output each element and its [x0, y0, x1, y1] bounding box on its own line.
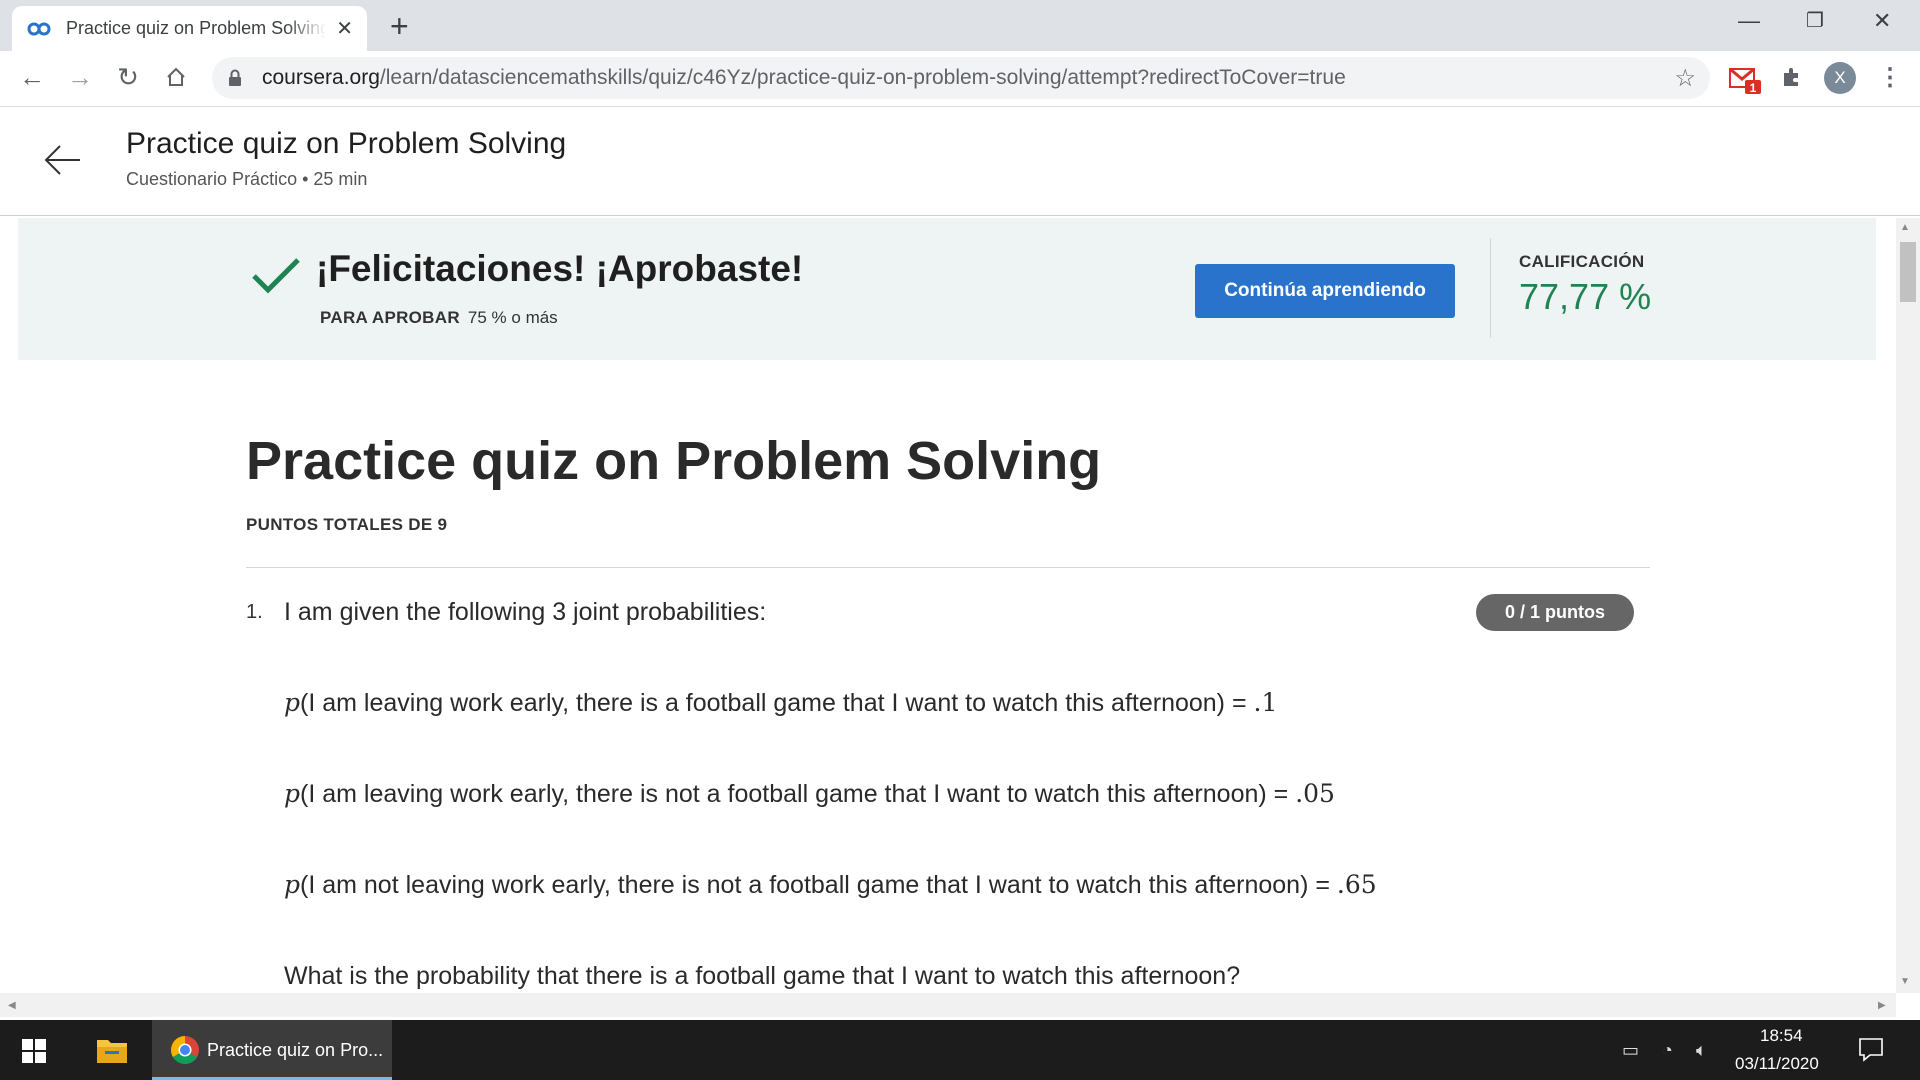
continue-learning-button[interactable]: Continúa aprendiendo — [1195, 264, 1455, 318]
question-intro: I am given the following 3 joint probabi… — [284, 598, 767, 626]
question-prompt: What is the probability that there is a … — [284, 962, 1241, 990]
pass-value: 75 % o más — [467, 308, 558, 327]
probability-text: (I am leaving work early, there is a foo… — [300, 689, 1254, 717]
tab-strip: Practice quiz on Problem Solving ✕ + — ❐… — [0, 0, 1920, 51]
tab-close-icon[interactable]: ✕ — [336, 16, 353, 41]
chrome-logo-icon — [171, 1036, 199, 1064]
url-path: /learn/datasciencemathskills/quiz/c46Yz/… — [379, 66, 1346, 89]
congratulations-heading: ¡Felicitaciones! ¡Aprobaste! — [316, 248, 804, 289]
question-number: 1. — [246, 601, 263, 623]
notification-center-icon[interactable] — [1858, 1036, 1884, 1062]
minimize-icon[interactable]: — — [1738, 8, 1760, 34]
gmail-extension-icon[interactable]: 1 — [1728, 63, 1762, 100]
bookmark-star-icon[interactable]: ☆ — [1674, 64, 1696, 93]
scroll-down-arrow-icon[interactable]: ▼ — [1900, 976, 1910, 987]
probability-line: p(I am not leaving work early, there is … — [284, 870, 1377, 900]
browser-tab[interactable]: Practice quiz on Problem Solving ✕ — [12, 6, 367, 51]
url-host: coursera.org — [262, 66, 380, 89]
probability-value: .1 — [1253, 688, 1278, 717]
browser-toolbar: ← → ↻ coursera.org/learn/datasciencemath… — [0, 51, 1920, 107]
horizontal-scrollbar[interactable] — [0, 993, 1896, 1017]
gmail-badge: 1 — [1750, 81, 1757, 95]
probability-value: .05 — [1295, 779, 1335, 808]
scroll-left-arrow-icon[interactable]: ◀ — [8, 1000, 16, 1011]
taskbar-chrome-label: Practice quiz on Pro... — [207, 1040, 384, 1060]
banner-divider — [1490, 238, 1491, 338]
battery-icon[interactable]: ▭ — [1622, 1040, 1639, 1061]
back-icon[interactable]: ← — [16, 61, 48, 93]
probability-text: (I am not leaving work early, there is n… — [300, 871, 1337, 899]
probability-line: p(I am leaving work early, there is a fo… — [284, 688, 1277, 718]
new-tab-icon[interactable]: + — [390, 8, 409, 45]
lock-icon — [229, 69, 241, 86]
reload-icon[interactable]: ↻ — [112, 61, 144, 93]
file-explorer-icon[interactable] — [96, 1036, 128, 1064]
profile-avatar[interactable]: X — [1824, 62, 1856, 94]
clock-date[interactable]: 03/11/2020 — [1735, 1054, 1819, 1074]
home-icon[interactable] — [160, 61, 192, 93]
browser-menu-icon[interactable]: ⋮ — [1878, 62, 1902, 94]
vertical-scrollbar[interactable] — [1896, 218, 1920, 993]
grade-value: 77,77 % — [1519, 276, 1652, 317]
coursera-favicon-icon — [27, 22, 51, 35]
probability-symbol: p — [284, 779, 301, 808]
clock-time[interactable]: 18:54 — [1760, 1026, 1803, 1046]
tab-title: Practice quiz on Problem Solving — [66, 18, 327, 38]
address-bar[interactable]: coursera.org/learn/datasciencemathskills… — [212, 57, 1710, 99]
checkmark-icon — [252, 258, 300, 294]
volume-icon[interactable]: 🔈︎ — [1696, 1040, 1707, 1061]
header-subtitle: Cuestionario Práctico • 25 min — [126, 169, 368, 189]
probability-value: .65 — [1336, 870, 1377, 899]
probability-text: (I am leaving work early, there is not a… — [300, 780, 1296, 808]
content-divider — [246, 567, 1650, 568]
probability-symbol: p — [284, 688, 301, 717]
scroll-up-arrow-icon[interactable]: ▲ — [1900, 222, 1910, 233]
close-window-icon[interactable]: ✕ — [1873, 8, 1891, 34]
scroll-right-arrow-icon[interactable]: ▶ — [1878, 1000, 1886, 1011]
result-banner: ¡Felicitaciones! ¡Aprobaste! PARA APROBA… — [18, 218, 1876, 360]
probability-symbol: p — [284, 870, 301, 899]
passing-requirement: PARA APROBAR 75 % o más — [320, 308, 558, 328]
pass-label: PARA APROBAR — [320, 308, 460, 327]
header-title: Practice quiz on Problem Solving — [126, 127, 567, 160]
windows-start-icon[interactable] — [22, 1039, 46, 1063]
course-header: Practice quiz on Problem Solving Cuestio… — [0, 107, 1920, 216]
quiz-title: Practice quiz on Problem Solving — [246, 431, 1102, 491]
extensions-puzzle-icon[interactable] — [1780, 65, 1804, 94]
restore-icon[interactable]: ❐ — [1806, 8, 1824, 33]
score-badge: 0 / 1 puntos — [1476, 594, 1634, 631]
forward-icon[interactable]: → — [64, 61, 96, 93]
wifi-icon[interactable]: ◔ — [1662, 1040, 1673, 1061]
grade-label: CALIFICACIÓN — [1519, 252, 1645, 271]
back-arrow-icon[interactable] — [40, 137, 86, 183]
vertical-scroll-thumb[interactable] — [1900, 242, 1916, 302]
probability-line: p(I am leaving work early, there is not … — [284, 779, 1335, 809]
total-points: PUNTOS TOTALES DE 9 — [246, 515, 448, 534]
